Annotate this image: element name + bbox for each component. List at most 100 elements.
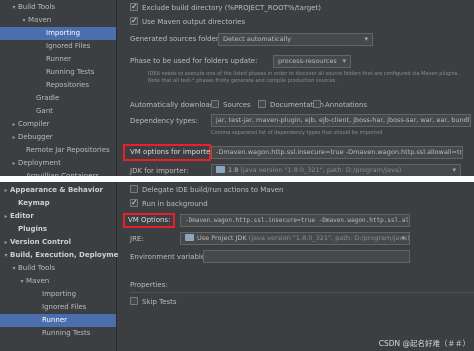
env-variables-field[interactable] [203, 250, 410, 263]
sidebar-item-label: Remote Jar Repositories [26, 146, 110, 154]
download-annotations-checkbox[interactable]: Annotations [313, 100, 367, 111]
checkbox-label: Sources [223, 101, 251, 109]
dependency-types-field[interactable]: jar, test-jar, maven-plugin, ejb, ejb-cl… [211, 114, 471, 127]
maven-importing-settings-panel: ▾ Build Tools ▾ Maven Importing Ignored Files… [0, 0, 474, 176]
chevron-down-icon[interactable]: ▾ [20, 14, 28, 27]
checkbox-checked-icon [130, 15, 138, 26]
checkbox-checked-icon [130, 197, 138, 208]
sidebar-item-compiler[interactable]: ▸ Compiler [0, 118, 116, 131]
checkbox-label: Exclude build directory (%PROJECT_ROOT%/… [142, 4, 321, 12]
checkbox-checked-icon [130, 1, 138, 12]
sidebar-item-repositories[interactable]: Repositories [0, 79, 116, 92]
sidebar-item-keymap[interactable]: Keymap [0, 197, 116, 210]
sidebar-item-label: Keymap [18, 199, 50, 207]
vm-options-label: VM Options: [128, 216, 171, 224]
sidebar-item-build-tools[interactable]: ▾ Build Tools [0, 262, 116, 275]
checkbox-unchecked-icon [130, 185, 138, 193]
sidebar-item-remote-jar-repositories[interactable]: Remote Jar Repositories [0, 144, 116, 157]
jdk-importer-dropdown[interactable]: 1.8 (java version "1.8.0_321", path: D:/… [211, 164, 461, 176]
generated-sources-dropdown[interactable]: Detect automatically [218, 33, 373, 46]
sidebar-item-build-execution-deployment[interactable]: ▾ Build, Execution, Deployment [0, 249, 126, 262]
exclude-build-dir-checkbox[interactable]: Exclude build directory (%PROJECT_ROOT%/… [130, 1, 321, 14]
run-in-background-checkbox[interactable]: Run in background [130, 197, 208, 210]
sidebar-item-label: Debugger [18, 133, 53, 141]
sidebar-item-label: Importing [42, 290, 77, 298]
delegate-build-checkbox[interactable]: Delegate IDE build/run actions to Maven [130, 185, 284, 196]
sidebar-item-importing[interactable]: Importing [0, 27, 116, 40]
sidebar-item-deployment[interactable]: ▸ Deployment [0, 157, 116, 170]
sidebar-item-maven[interactable]: ▾ Maven [0, 275, 116, 288]
sidebar-item-version-control[interactable]: ▸ Version Control [0, 236, 116, 249]
sidebar-item-appearance-behavior[interactable]: ▸ Appearance & Behavior [0, 184, 116, 197]
sidebar-item-label: Ignored Files [42, 303, 87, 311]
settings-tree: ▾ Build Tools ▾ Maven Importing Ignored Files… [0, 0, 116, 176]
sidebar-item-label: Build Tools [18, 264, 56, 272]
dependency-types-label: Dependency types: [130, 117, 198, 125]
sidebar-item-ignored-files[interactable]: Ignored Files [0, 301, 116, 314]
jre-dropdown[interactable]: Use Project JDK (java version "1.8.0_321… [180, 232, 410, 245]
checkbox-label: Use Maven output directories [142, 18, 246, 26]
sidebar-item-runner[interactable]: Runner [0, 314, 116, 327]
sidebar-item-label: Deployment [18, 159, 61, 167]
download-sources-checkbox[interactable]: Sources [211, 100, 251, 111]
chevron-right-icon[interactable]: ▸ [10, 157, 18, 170]
checkbox-label: Delegate IDE build/run actions to Maven [142, 186, 284, 194]
sidebar-item-label: Compiler [18, 120, 50, 128]
jre-detail: (java version "1.8.0_321", path: D:/prog… [248, 234, 410, 242]
chevron-down-icon[interactable]: ▾ [2, 249, 10, 262]
chevron-down-icon[interactable]: ▾ [18, 275, 26, 288]
sidebar-item-build-tools[interactable]: ▾ Build Tools [0, 1, 116, 14]
sidebar-item-label: Ignored Files [46, 42, 91, 50]
chevron-right-icon[interactable]: ▸ [10, 131, 18, 144]
sidebar-item-editor[interactable]: ▸ Editor [0, 210, 116, 223]
sidebar-item-debugger[interactable]: ▸ Debugger [0, 131, 116, 144]
properties-divider [130, 292, 474, 293]
sidebar-item-plugins[interactable]: Plugins [0, 223, 116, 236]
chevron-right-icon[interactable]: ▸ [10, 118, 18, 131]
sidebar-item-runner[interactable]: Runner [0, 53, 116, 66]
vm-options-importer-label: VM options for importer: [130, 148, 216, 156]
checkbox-label: Skip Tests [142, 298, 177, 306]
generated-sources-label: Generated sources folders: [130, 35, 225, 43]
sidebar-item-label: Editor [10, 212, 34, 220]
sidebar-item-gant[interactable]: Gant [0, 105, 116, 118]
checkbox-label: Run in background [142, 200, 208, 208]
jdk-detail: (java version "1.8.0_321", path: D:/prog… [240, 166, 402, 174]
sidebar-item-label: Gradle [36, 94, 60, 102]
use-maven-output-checkbox[interactable]: Use Maven output directories [130, 15, 246, 28]
chevron-right-icon[interactable]: ▸ [2, 210, 10, 223]
checkbox-unchecked-icon [130, 297, 138, 305]
sidebar-item-label: Maven [28, 16, 52, 24]
skip-tests-checkbox[interactable]: Skip Tests [130, 297, 177, 308]
sidebar-item-label: Runner [46, 55, 72, 63]
sidebar-item-label: Appearance & Behavior [10, 186, 103, 194]
jre-value: Use Project JDK [197, 234, 247, 242]
sidebar-item-importing[interactable]: Importing [0, 288, 116, 301]
sidebar-item-ignored-files[interactable]: Ignored Files [0, 40, 116, 53]
sidebar-item-running-tests[interactable]: Running Tests [0, 66, 116, 79]
jdk-importer-label: JDK for importer: [130, 167, 189, 175]
phase-dropdown[interactable]: process-resources [273, 55, 351, 68]
jre-label: JRE: [130, 235, 144, 243]
chevron-right-icon[interactable]: ▸ [2, 236, 10, 249]
sidebar-item-label: Version Control [10, 238, 71, 246]
sidebar-item-gradle[interactable]: Gradle [0, 92, 116, 105]
checkbox-unchecked-icon [258, 100, 266, 108]
maven-runner-settings-panel: ▸ Appearance & Behavior Keymap ▸ Editor Plugi… [0, 182, 474, 351]
importing-settings-content: Exclude build directory (%PROJECT_ROOT%/… [118, 0, 474, 176]
chevron-down-icon[interactable]: ▾ [10, 262, 18, 275]
vm-options-field[interactable]: -Dmaven.wagon.http.ssl.insecure=true -Dm… [180, 214, 410, 227]
phase-label: Phase to be used for folders update: [130, 57, 258, 65]
chevron-right-icon[interactable]: ▸ [2, 184, 10, 197]
sidebar-item-label: Importing [46, 29, 81, 37]
sidebar-item-label: Running Tests [46, 68, 95, 76]
vm-options-importer-field[interactable]: -Dmaven.wagon.http.ssl.insecure=true -Dm… [211, 146, 463, 159]
sidebar-item-maven[interactable]: ▾ Maven [0, 14, 116, 27]
settings-tree-sidebar: ▾ Build Tools ▾ Maven Importing Ignored Files… [0, 0, 117, 176]
phase-help-text-2: Note that all test-* phases firstly gene… [148, 78, 337, 84]
chevron-down-icon[interactable]: ▾ [10, 1, 18, 14]
sidebar-item-running-tests[interactable]: Running Tests [0, 327, 116, 340]
auto-download-label: Automatically download: [130, 101, 217, 109]
sidebar-item-label: Gant [36, 107, 53, 115]
runner-settings-content: Delegate IDE build/run actions to Maven … [118, 182, 474, 351]
